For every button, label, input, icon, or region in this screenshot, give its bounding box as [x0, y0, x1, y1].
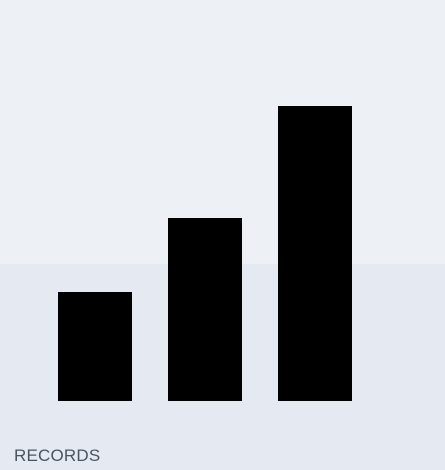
bar-icon-bar-2 — [168, 218, 242, 401]
bar-icon-bar-3 — [278, 106, 352, 401]
tile-caption: RECORDS — [14, 446, 101, 465]
bar-chart-icon — [58, 106, 352, 401]
records-tile[interactable]: RECORDS — [0, 0, 445, 470]
bar-icon-bar-1 — [58, 292, 132, 401]
